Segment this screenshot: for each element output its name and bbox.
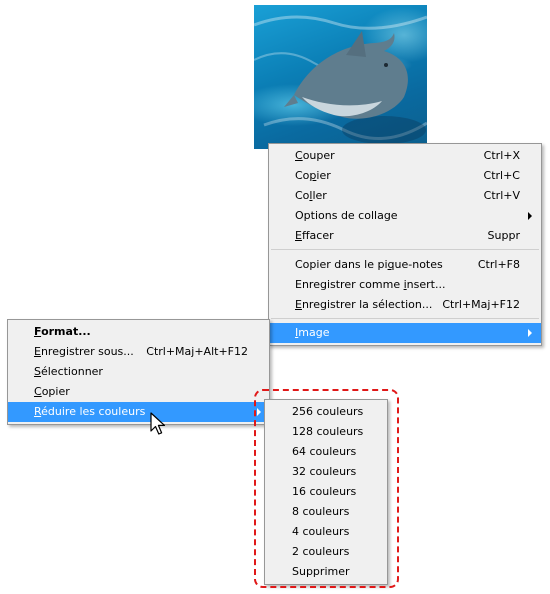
menu-item-paste[interactable]: Coller Ctrl+V <box>269 186 541 206</box>
menu-item-label: Sélectionner <box>34 365 103 378</box>
menu-item-shortcut: Suppr <box>487 229 520 242</box>
menu-item-shortcut: Ctrl+F8 <box>477 258 520 271</box>
menu-item-shortcut: Ctrl+C <box>483 169 520 182</box>
menu-item-paste-options[interactable]: Options de collage <box>269 206 541 226</box>
menu-item-image[interactable]: Image <box>269 323 541 343</box>
menu-item-copy[interactable]: Copier Ctrl+C <box>269 166 541 186</box>
menu-item-label: Copier dans le pique-notes <box>295 258 443 271</box>
menu-item-save-as-insert[interactable]: Enregistrer comme insert... <box>269 275 541 295</box>
menu-item-select[interactable]: Sélectionner <box>8 362 269 382</box>
menu-item-reduce-colors[interactable]: Réduire les couleurs <box>8 402 269 422</box>
menu-item-label: Image <box>295 326 330 339</box>
menu-item-label: Copier <box>295 169 331 182</box>
menu-item-label: Réduire les couleurs <box>34 405 146 418</box>
menu-item-cut[interactable]: Couper Ctrl+X <box>269 146 541 166</box>
dolphin-image[interactable] <box>254 5 427 149</box>
menu-item-label: Enregistrer sous... <box>34 345 134 358</box>
menu-item-label: Options de collage <box>295 209 398 222</box>
menu-item-shortcut: Ctrl+Maj+F12 <box>442 298 520 311</box>
menu-item-label: Format... <box>34 325 91 338</box>
menu-item-delete[interactable]: Effacer Suppr <box>269 226 541 246</box>
menu-item-label: Enregistrer comme insert... <box>295 278 446 291</box>
menu-item-label: Copier <box>34 385 70 398</box>
menu-item-save-selection[interactable]: Enregistrer la sélection... Ctrl+Maj+F12 <box>269 295 541 315</box>
mouse-pointer-icon <box>150 412 166 435</box>
submenu-arrow-icon <box>528 329 532 337</box>
image-submenu: Format... Enregistrer sous... Ctrl+Maj+A… <box>7 319 270 425</box>
submenu-arrow-icon <box>528 212 532 220</box>
menu-item-label: Coller <box>295 189 327 202</box>
menu-item-copy-to-clipboard-notes[interactable]: Copier dans le pique-notes Ctrl+F8 <box>269 255 541 275</box>
menu-item-shortcut: Ctrl+V <box>483 189 520 202</box>
menu-item-format[interactable]: Format... <box>8 322 269 342</box>
menu-item-shortcut: Ctrl+X <box>483 149 520 162</box>
menu-item-label: Couper <box>295 149 335 162</box>
highlight-callout <box>254 389 399 588</box>
menu-item-label: Effacer <box>295 229 334 242</box>
menu-item-copy-image[interactable]: Copier <box>8 382 269 402</box>
menu-item-label: Enregistrer la sélection... <box>295 298 433 311</box>
menu-item-save-as[interactable]: Enregistrer sous... Ctrl+Maj+Alt+F12 <box>8 342 269 362</box>
dolphin-illustration <box>254 15 427 144</box>
menu-separator <box>271 318 539 319</box>
context-menu: Couper Ctrl+X Copier Ctrl+C Coller Ctrl+… <box>268 143 542 346</box>
menu-item-shortcut: Ctrl+Maj+Alt+F12 <box>146 345 248 358</box>
menu-separator <box>271 249 539 250</box>
